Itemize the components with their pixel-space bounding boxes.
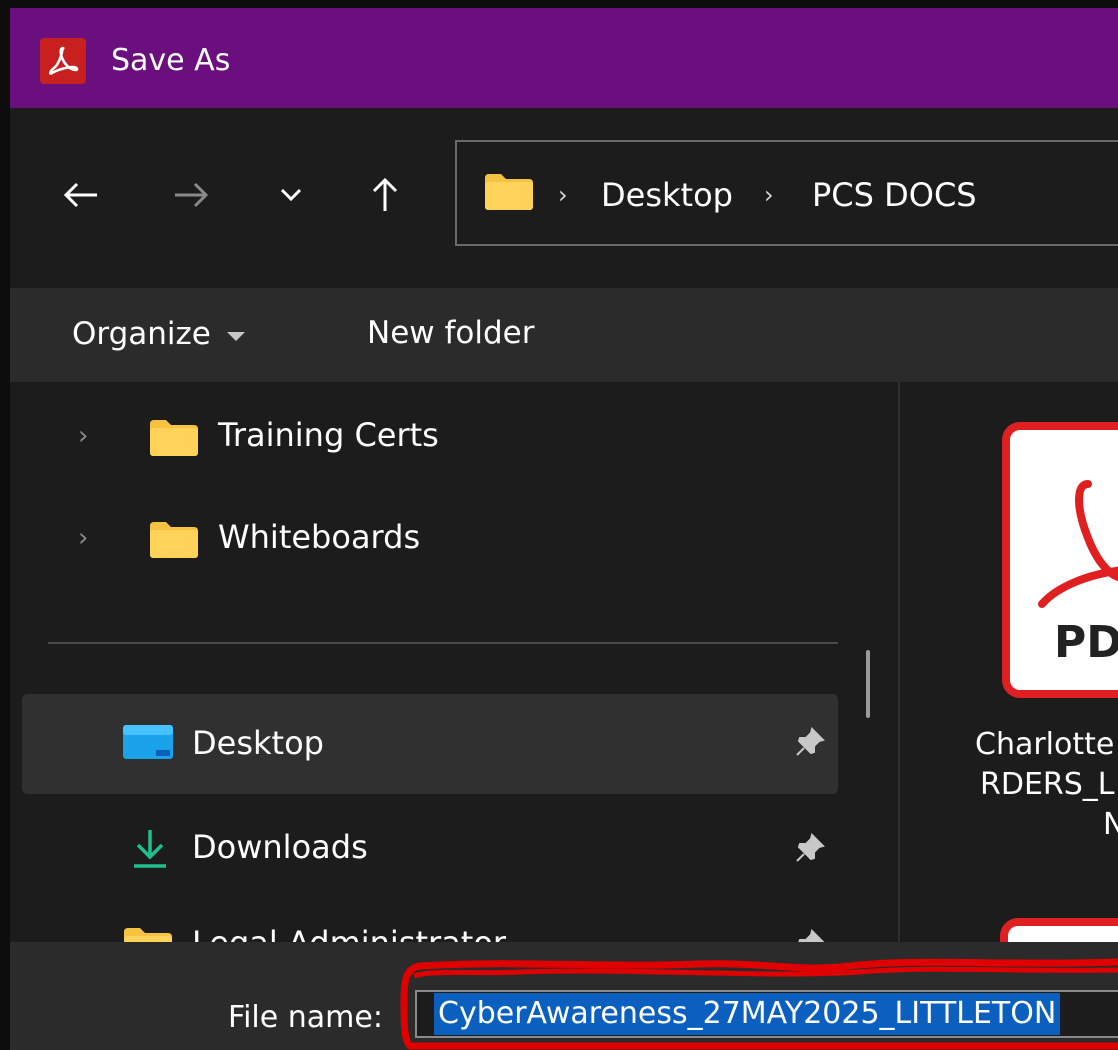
file-caption-line[interactable]: Charlotte (975, 726, 1114, 764)
organize-label: Organize (72, 316, 211, 352)
acrobat-app-icon (40, 38, 86, 84)
organize-button[interactable]: Organize (72, 314, 245, 354)
pdf-file-thumbnail[interactable]: PD (1002, 422, 1118, 698)
desktop-icon (122, 724, 174, 764)
back-button[interactable] (56, 170, 106, 220)
nav-item-whiteboards[interactable]: › Whiteboards (0, 498, 820, 578)
folder-icon (483, 172, 535, 216)
window-title: Save As (111, 43, 231, 78)
nav-item-label: Downloads (192, 828, 368, 866)
breadcrumb-item-pcs-docs[interactable]: PCS DOCS (812, 176, 977, 214)
breadcrumb-item-desktop[interactable]: Desktop (601, 176, 733, 214)
nav-scrollbar-thumb[interactable] (866, 650, 870, 718)
file-caption-line[interactable]: N (1103, 806, 1118, 844)
arrow-left-icon (63, 182, 97, 208)
folder-icon (148, 418, 200, 462)
chevron-right-icon[interactable]: › (78, 422, 88, 450)
chevron-right-icon[interactable]: › (78, 524, 88, 552)
nav-item-desktop[interactable]: Desktop (22, 694, 838, 794)
nav-item-label: Desktop (192, 724, 324, 762)
breadcrumb-separator[interactable]: › (558, 180, 568, 210)
new-folder-button[interactable]: New folder (367, 314, 534, 352)
pdf-thumb-label: PD (1054, 617, 1118, 668)
address-bar[interactable] (455, 140, 1118, 246)
window-frame-top (0, 0, 1118, 8)
recent-locations-button[interactable] (268, 170, 314, 220)
pin-icon[interactable] (794, 928, 826, 942)
arrow-up-icon (372, 177, 398, 211)
nav-item-downloads[interactable]: Downloads (22, 806, 842, 886)
folder-icon (148, 520, 200, 564)
nav-item-label: Training Certs (218, 416, 439, 454)
caret-down-icon (226, 331, 245, 341)
filename-label: File name: (228, 1000, 383, 1035)
nav-item-label: Legal Administrator (192, 924, 506, 942)
forward-button[interactable] (166, 170, 216, 220)
nav-divider (48, 642, 838, 644)
nav-item-training-certs[interactable]: › Training Certs (0, 396, 820, 476)
folder-icon (122, 926, 174, 942)
filename-value[interactable]: CyberAwareness_27MAY2025_LITTLETON (434, 993, 1061, 1035)
pin-icon[interactable] (794, 726, 826, 765)
file-caption-line[interactable]: RDERS_L (980, 766, 1115, 804)
arrow-right-icon (175, 182, 209, 208)
nav-item-legal-administrator[interactable]: Legal Administrator (22, 912, 842, 942)
breadcrumb-separator[interactable]: › (764, 180, 774, 210)
up-button[interactable] (360, 170, 410, 220)
acrobat-logo-icon (1038, 480, 1118, 608)
download-icon (130, 826, 170, 874)
chevron-down-icon (280, 188, 302, 202)
nav-item-label: Whiteboards (218, 518, 421, 556)
pin-icon[interactable] (794, 832, 826, 871)
